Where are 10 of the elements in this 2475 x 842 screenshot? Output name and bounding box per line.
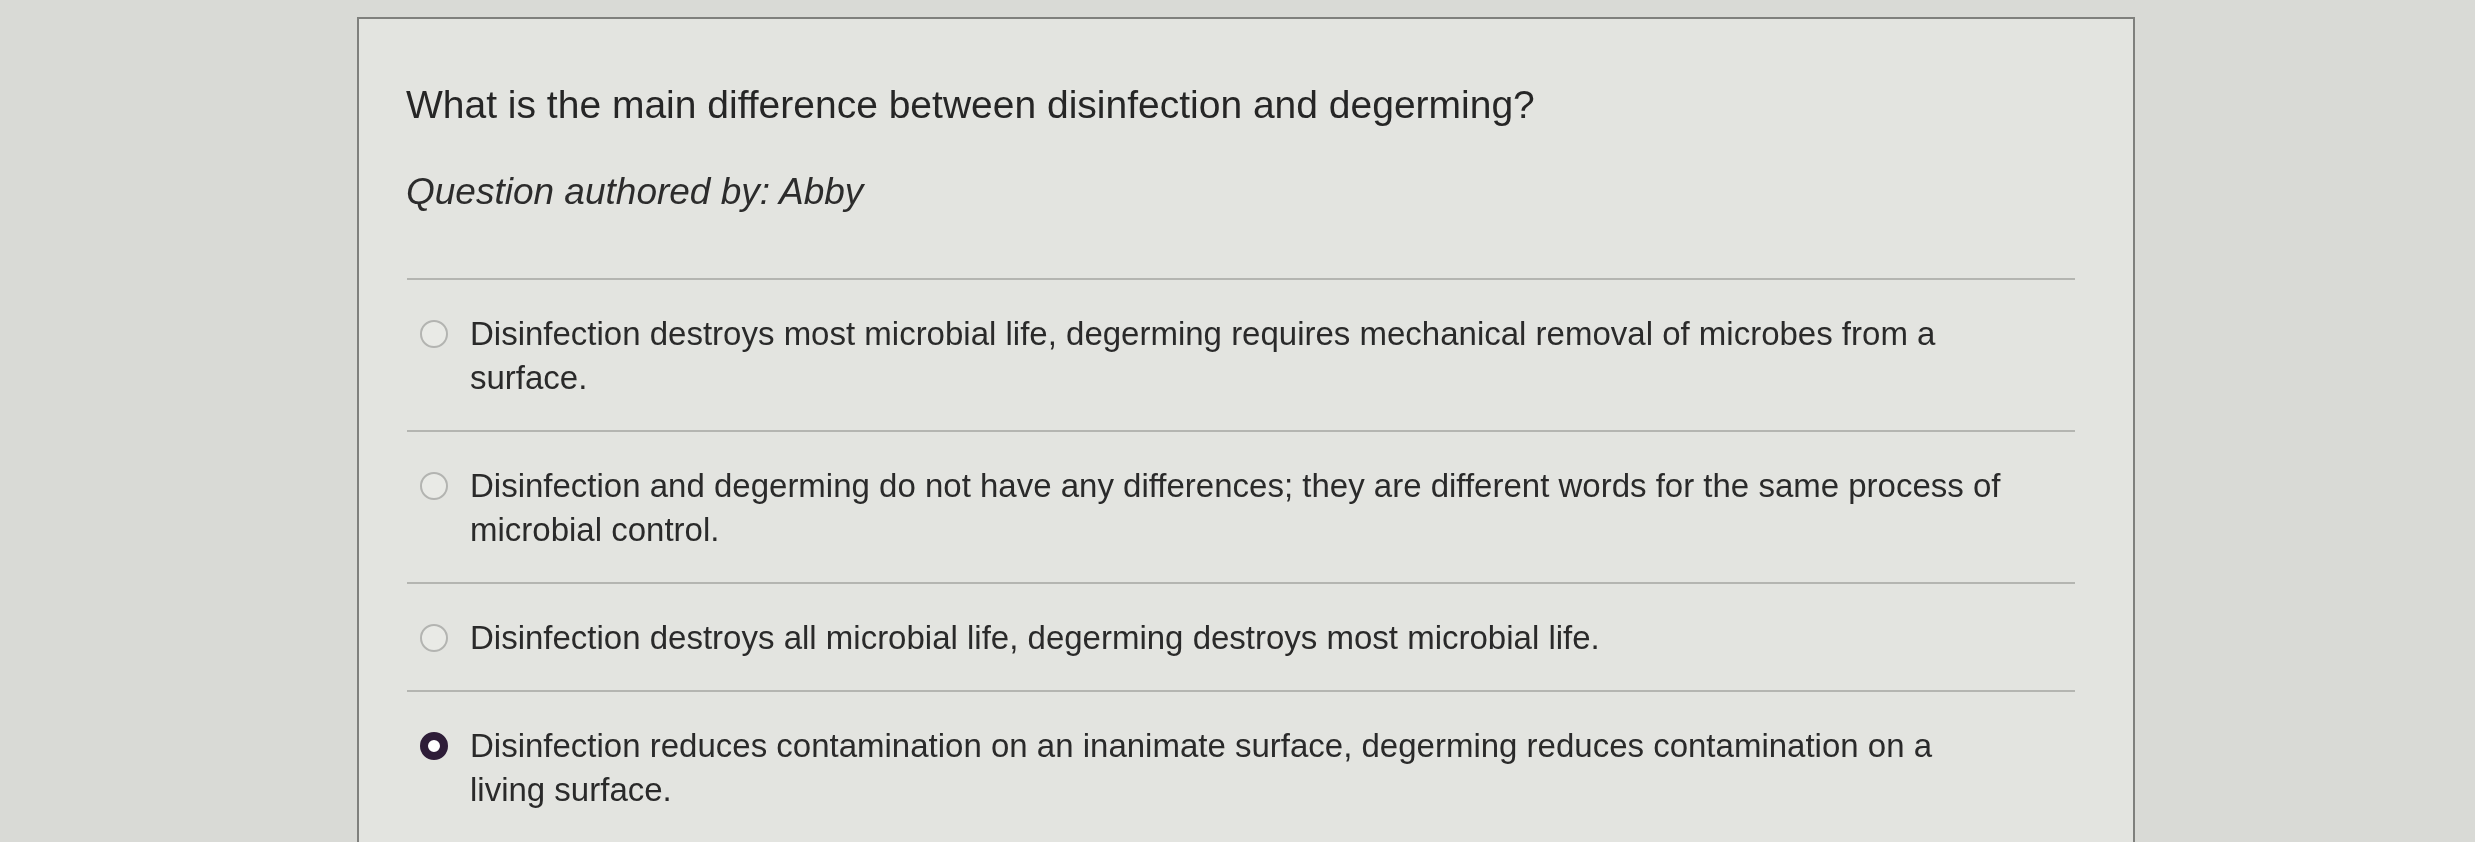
answer-option-text: Disinfection reduces contamination on an inanimate surface, degerming reduces contamination on a living surface. [470,726,1934,810]
radio-button[interactable] [420,472,448,500]
answer-option-text: Disinfection destroys most microbial life, degerming requires mechanical removal of microbes from a surface. [470,314,1937,398]
radio-button[interactable] [420,624,448,652]
answer-option-text: Disinfection and degerming do not have any differences; they are different words for the same process of microbial control. [470,466,2002,550]
radio-button[interactable] [420,732,448,760]
answer-option-text: Disinfection destroys all microbial life, degerming destroys most microbial life. [470,618,1601,658]
question-prompt: What is the main difference between disinfection and degerming? [406,82,1536,128]
author-credit: Question authored by: Abby [406,170,866,214]
radio-button[interactable] [420,320,448,348]
